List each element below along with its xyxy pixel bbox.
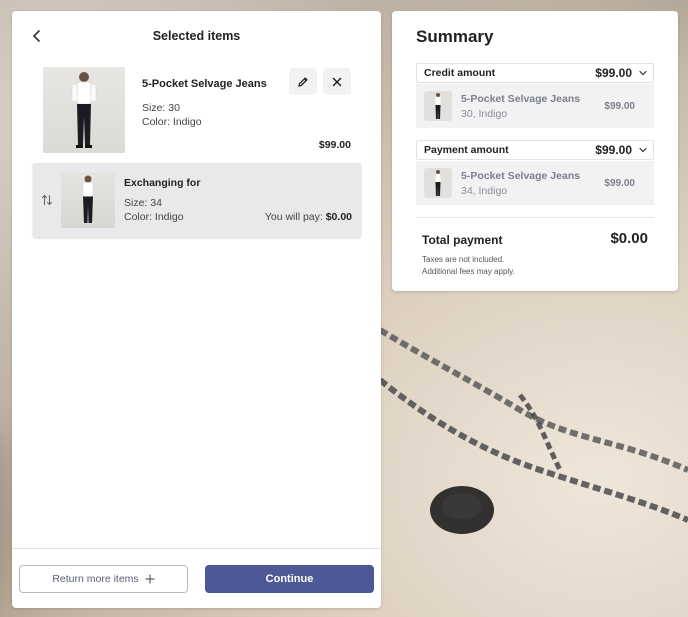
selected-item-card: 5-Pocket Selvage Jeans Size: 30 Color: I… [33,62,361,164]
credit-amount-label: Credit amount [424,67,496,79]
pencil-icon [298,76,308,87]
chevron-down-icon [639,70,647,76]
close-icon [332,77,342,86]
item-name: 5-Pocket Selvage Jeans [142,78,267,90]
edit-item-button[interactable] [289,68,317,95]
payment-amount-value: $99.00 [595,143,632,157]
summary-panel: Summary Credit amount $99.00 5-Pocket Se… [392,11,678,291]
credit-item-price: $99.00 [604,101,635,112]
item-price: $99.00 [318,139,351,151]
exchange-title: Exchanging for [124,177,201,189]
total-payment-label: Total payment [422,233,503,247]
item-size: Size: 30 [142,102,180,114]
pay-label: You will pay: [264,211,323,223]
credit-amount-toggle[interactable]: Credit amount $99.00 [416,63,654,83]
return-more-items-label: Return more items [52,573,139,585]
credit-amount-value: $99.00 [595,66,632,80]
fees-note: Additional fees may apply. [422,267,515,276]
remove-item-button[interactable] [323,68,351,95]
total-payment-value: $0.00 [610,230,648,247]
taxes-note: Taxes are not included. [422,255,505,264]
panel-footer: Return more items Continue [12,548,381,608]
exchange-color: Color: Indigo [124,211,184,223]
payment-item: 5-Pocket Selvage Jeans 34, Indigo $99.00 [416,161,654,205]
payment-item-price: $99.00 [604,178,635,189]
payment-item-meta: 34, Indigo [461,185,508,197]
continue-button[interactable]: Continue [205,565,374,593]
selected-items-panel: Selected items 5-Pocket Selvage Jeans Si… [12,11,381,608]
exchange-item-card: Exchanging for Size: 34 Color: Indigo Yo… [33,163,361,237]
summary-title: Summary [416,27,494,46]
exchange-thumbnail [61,172,115,228]
product-photo-icon [71,72,97,148]
exchange-size: Size: 34 [124,197,162,209]
credit-item-thumbnail [424,91,452,121]
amount-to-pay: You will pay: $0.00 [265,211,352,223]
payment-item-name: 5-Pocket Selvage Jeans [461,170,581,182]
return-more-items-button[interactable]: Return more items [19,565,188,593]
credit-item-name: 5-Pocket Selvage Jeans [461,93,581,105]
credit-item-meta: 30, Indigo [461,108,508,120]
product-photo-icon [435,170,441,196]
pay-value: $0.00 [325,211,352,223]
chevron-down-icon [639,147,647,153]
panel-header: Selected items [12,11,381,61]
credit-item: 5-Pocket Selvage Jeans 30, Indigo $99.00 [416,84,654,128]
swap-arrows-icon [41,194,53,206]
plus-icon [145,574,155,584]
product-photo-icon [435,93,441,119]
page-title: Selected items [152,29,241,43]
summary-divider [416,217,654,218]
payment-amount-toggle[interactable]: Payment amount $99.00 [416,140,654,160]
product-photo-icon [82,175,94,223]
payment-amount-label: Payment amount [424,144,509,156]
product-thumbnail [43,67,125,153]
item-color: Color: Indigo [142,116,202,128]
payment-item-thumbnail [424,168,452,198]
